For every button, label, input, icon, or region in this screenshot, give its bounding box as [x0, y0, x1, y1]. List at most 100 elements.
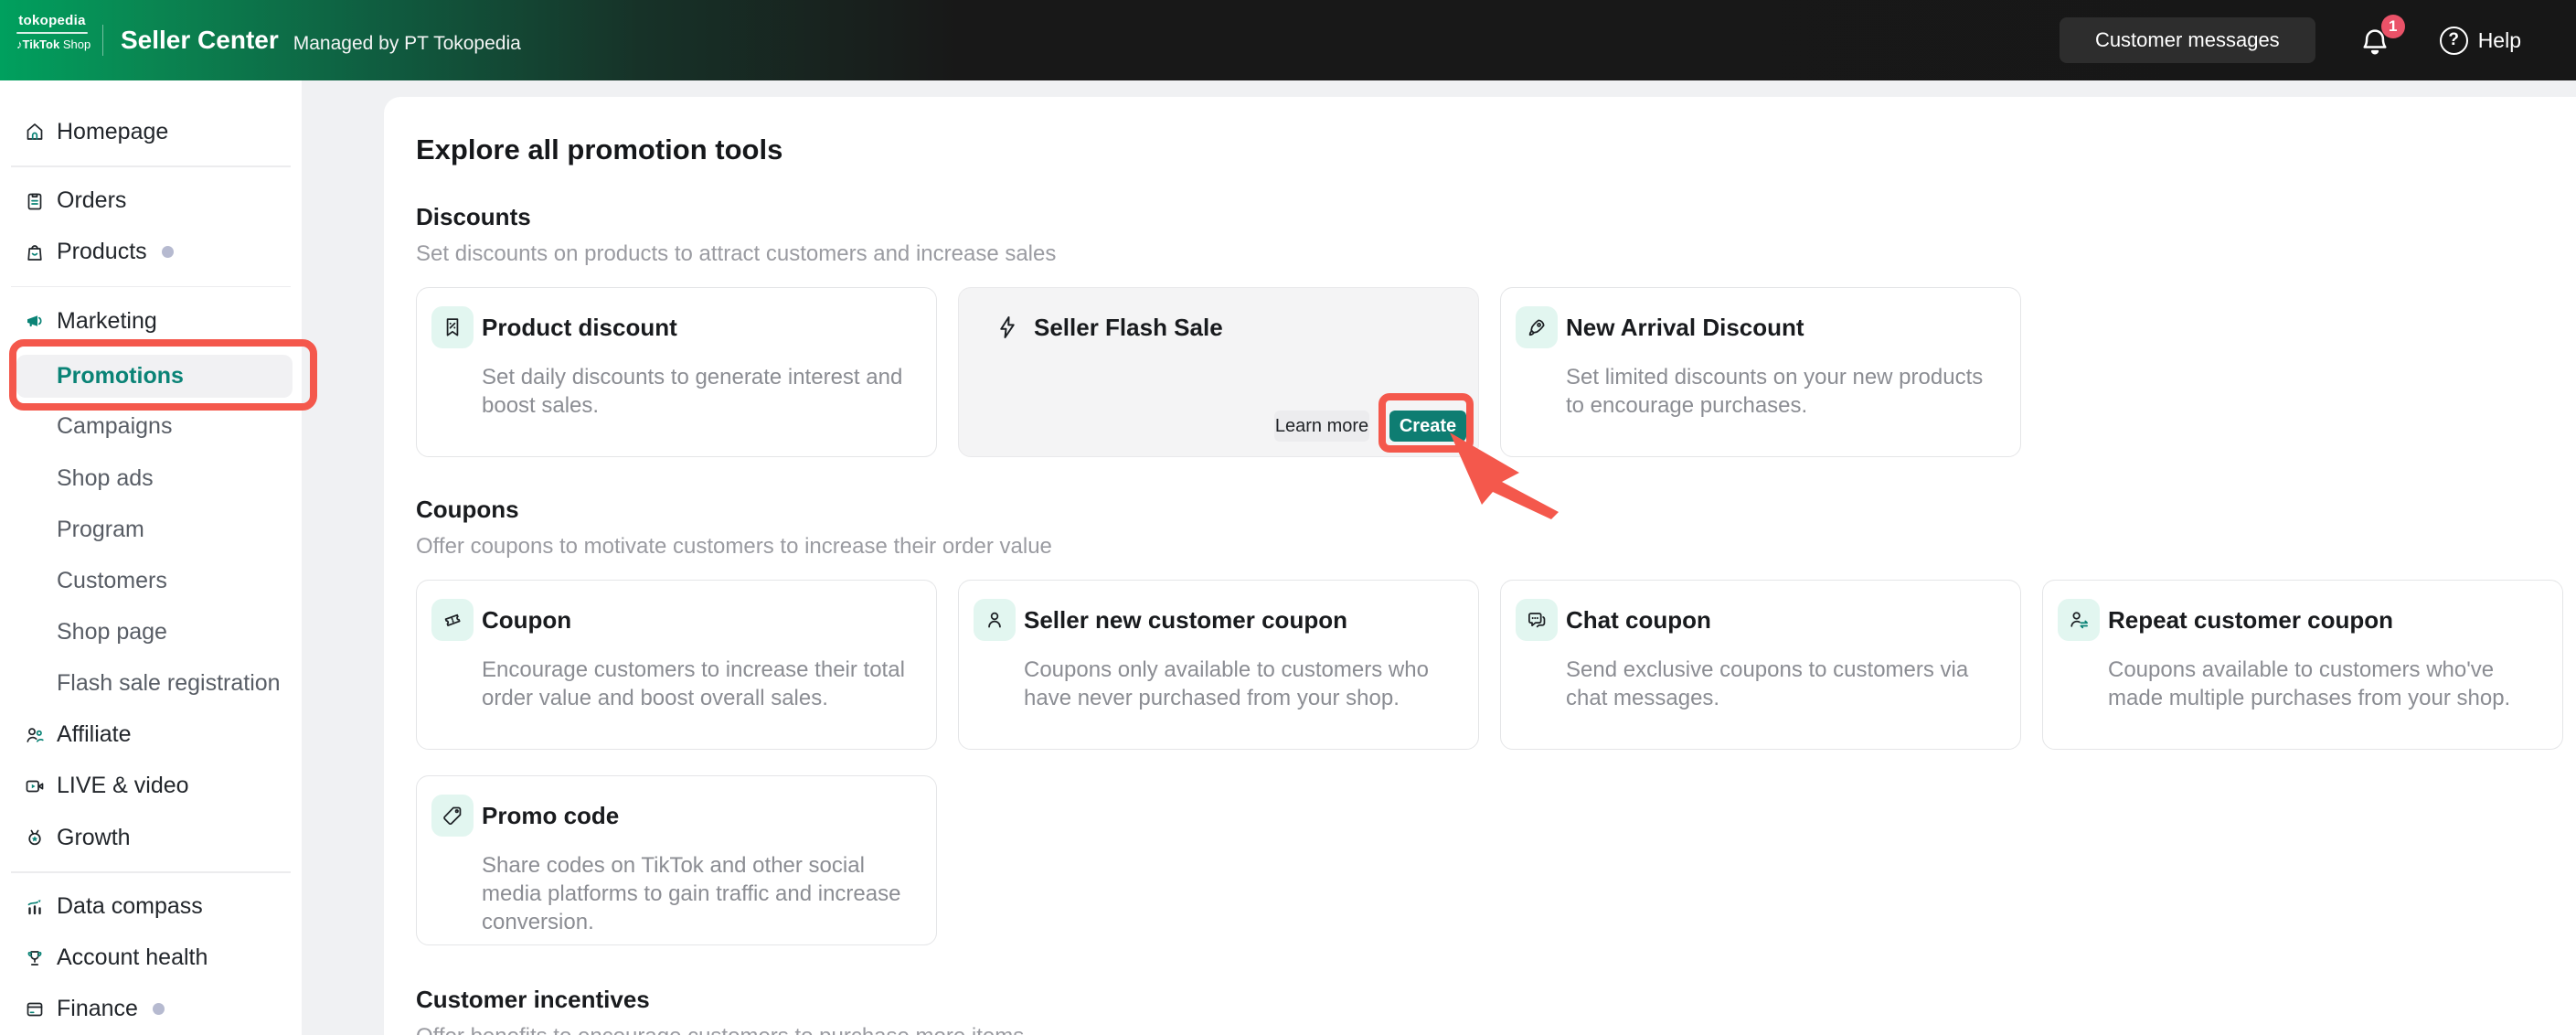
- rocket-icon: [1516, 306, 1558, 348]
- tokopedia-wordmark: tokopedia: [16, 13, 88, 28]
- discount-bookmark-icon: [431, 306, 474, 348]
- sidebar-item-shop-page[interactable]: Shop page: [0, 606, 302, 657]
- account-health-trophy-icon: [24, 947, 46, 969]
- help-label: Help: [2478, 28, 2521, 53]
- orders-icon: [24, 190, 46, 212]
- create-button[interactable]: Create: [1389, 411, 1466, 442]
- card-seller-new-customer-coupon[interactable]: Seller new customer coupon Coupons only …: [958, 580, 1479, 750]
- marketing-megaphone-icon: [24, 310, 46, 332]
- new-customer-icon: [974, 599, 1016, 641]
- card-new-arrival-discount[interactable]: New Arrival Discount Set limited discoun…: [1500, 287, 2021, 457]
- sidebar-label: Affiliate: [57, 721, 132, 748]
- promo-tag-icon: [431, 795, 474, 837]
- promotion-tools-panel: Explore all promotion tools Discounts Se…: [384, 97, 2576, 1035]
- sidebar-label: Orders: [57, 187, 126, 214]
- sidebar-label: Campaigns: [57, 413, 172, 440]
- card-product-discount[interactable]: Product discount Set daily discounts to …: [416, 287, 937, 457]
- sidebar-label: Growth: [57, 825, 131, 851]
- sidebar-item-affiliate[interactable]: Affiliate: [0, 710, 302, 761]
- home-icon: [24, 121, 46, 143]
- section-subheading: Set discounts on products to attract cus…: [416, 240, 2576, 267]
- card-title: Seller Flash Sale: [1034, 314, 1223, 342]
- sidebar-label: Products: [57, 239, 147, 265]
- sidebar-divider: [11, 165, 291, 166]
- data-compass-icon: [24, 896, 46, 918]
- sidebar-label: LIVE & video: [57, 773, 189, 799]
- sidebar-label: Promotions: [57, 363, 184, 389]
- sidebar-item-growth[interactable]: Growth: [0, 812, 302, 863]
- repeat-customer-icon: [2058, 599, 2100, 641]
- section-heading: Coupons: [416, 496, 2576, 524]
- sidebar-label: Program: [57, 517, 144, 543]
- notification-dot: [162, 246, 174, 258]
- card-coupon[interactable]: Coupon Encourage customers to increase t…: [416, 580, 937, 750]
- sidebar-item-finance[interactable]: Finance: [0, 984, 302, 1035]
- section-customer-incentives: Customer incentives Offer benefits to en…: [416, 986, 2576, 1035]
- sidebar-item-customers[interactable]: Customers: [0, 555, 302, 606]
- card-description: Encourage customers to increase their to…: [482, 656, 919, 712]
- sidebar-item-orders[interactable]: Orders: [0, 176, 302, 227]
- learn-more-button[interactable]: Learn more: [1274, 411, 1369, 442]
- logo-divider-line: [16, 32, 88, 34]
- card-chat-coupon[interactable]: Chat coupon Send exclusive coupons to cu…: [1500, 580, 2021, 750]
- sidebar-item-homepage[interactable]: Homepage: [0, 106, 302, 157]
- sidebar-label: Data compass: [57, 893, 203, 920]
- card-description: Coupons only available to customers who …: [1024, 656, 1461, 712]
- sidebar-nav: Homepage Orders Products Marketing Promo…: [0, 80, 302, 1035]
- card-description: Share codes on TikTok and other social m…: [482, 851, 919, 936]
- question-mark-icon: ?: [2440, 27, 2468, 55]
- growth-medal-icon: [24, 827, 46, 848]
- sidebar-item-promotions[interactable]: Promotions: [16, 355, 293, 398]
- card-description: Coupons available to customers who've ma…: [2108, 656, 2545, 712]
- sidebar-item-marketing[interactable]: Marketing: [0, 295, 302, 347]
- header-separator: [102, 25, 103, 56]
- section-coupons: Coupons Offer coupons to motivate custom…: [416, 496, 2576, 945]
- customer-messages-button[interactable]: Customer messages: [2060, 17, 2315, 63]
- live-video-icon: [24, 775, 46, 797]
- flash-sale-icon: [986, 306, 1028, 348]
- card-title: Coupon: [482, 606, 571, 635]
- tiktok-shop-wordmark: ♪TikTok Shop: [16, 37, 88, 51]
- chat-icon: [1516, 599, 1558, 641]
- card-title: Chat coupon: [1566, 606, 1711, 635]
- card-title: Repeat customer coupon: [2108, 606, 2393, 635]
- sidebar-item-data-compass[interactable]: Data compass: [0, 881, 302, 933]
- tokopedia-tiktok-shop-logo[interactable]: tokopedia ♪TikTok Shop: [16, 13, 88, 51]
- section-discounts: Discounts Set discounts on products to a…: [416, 203, 2576, 457]
- card-promo-code[interactable]: Promo code Share codes on TikTok and oth…: [416, 775, 937, 945]
- sidebar-item-products[interactable]: Products: [0, 227, 302, 278]
- sidebar-label: Shop ads: [57, 465, 154, 492]
- card-description: Set daily discounts to generate interest…: [482, 363, 919, 420]
- sidebar-label: Homepage: [57, 119, 168, 145]
- section-heading: Discounts: [416, 203, 2576, 231]
- sidebar-label: Customers: [57, 568, 167, 594]
- card-title: Promo code: [482, 802, 619, 830]
- ticket-icon: [431, 599, 474, 641]
- card-repeat-customer-coupon[interactable]: Repeat customer coupon Coupons available…: [2042, 580, 2563, 750]
- card-description: Send exclusive coupons to customers via …: [1566, 656, 2003, 712]
- sidebar-item-live-video[interactable]: LIVE & video: [0, 761, 302, 812]
- sidebar-item-shop-ads[interactable]: Shop ads: [0, 453, 302, 504]
- help-button[interactable]: ? Help: [2440, 27, 2521, 55]
- top-bar: tokopedia ♪TikTok Shop Seller Center Man…: [0, 0, 2576, 80]
- sidebar-label: Finance: [57, 996, 138, 1022]
- sidebar-item-flash-sale-registration[interactable]: Flash sale registration: [0, 658, 302, 710]
- page-title: Seller Center: [121, 26, 279, 55]
- notifications-button[interactable]: 1: [2358, 18, 2398, 62]
- main-heading: Explore all promotion tools: [416, 133, 2576, 166]
- card-title: New Arrival Discount: [1566, 314, 1804, 342]
- affiliate-icon: [24, 724, 46, 746]
- sidebar-label: Account health: [57, 944, 208, 971]
- sidebar-item-account-health[interactable]: Account health: [0, 933, 302, 984]
- notification-badge: 1: [2381, 15, 2405, 38]
- card-title: Product discount: [482, 314, 677, 342]
- notification-dot: [153, 1003, 165, 1015]
- sidebar-item-campaigns[interactable]: Campaigns: [0, 401, 302, 453]
- section-subheading: Offer benefits to encourage customers to…: [416, 1023, 2576, 1035]
- finance-card-icon: [24, 998, 46, 1020]
- sidebar-item-program[interactable]: Program: [0, 504, 302, 555]
- card-title: Seller new customer coupon: [1024, 606, 1347, 635]
- managed-by-label: Managed by PT Tokopedia: [293, 27, 521, 55]
- card-seller-flash-sale[interactable]: Seller Flash Sale Learn more Create: [958, 287, 1479, 457]
- card-description: Set limited discounts on your new produc…: [1566, 363, 2003, 420]
